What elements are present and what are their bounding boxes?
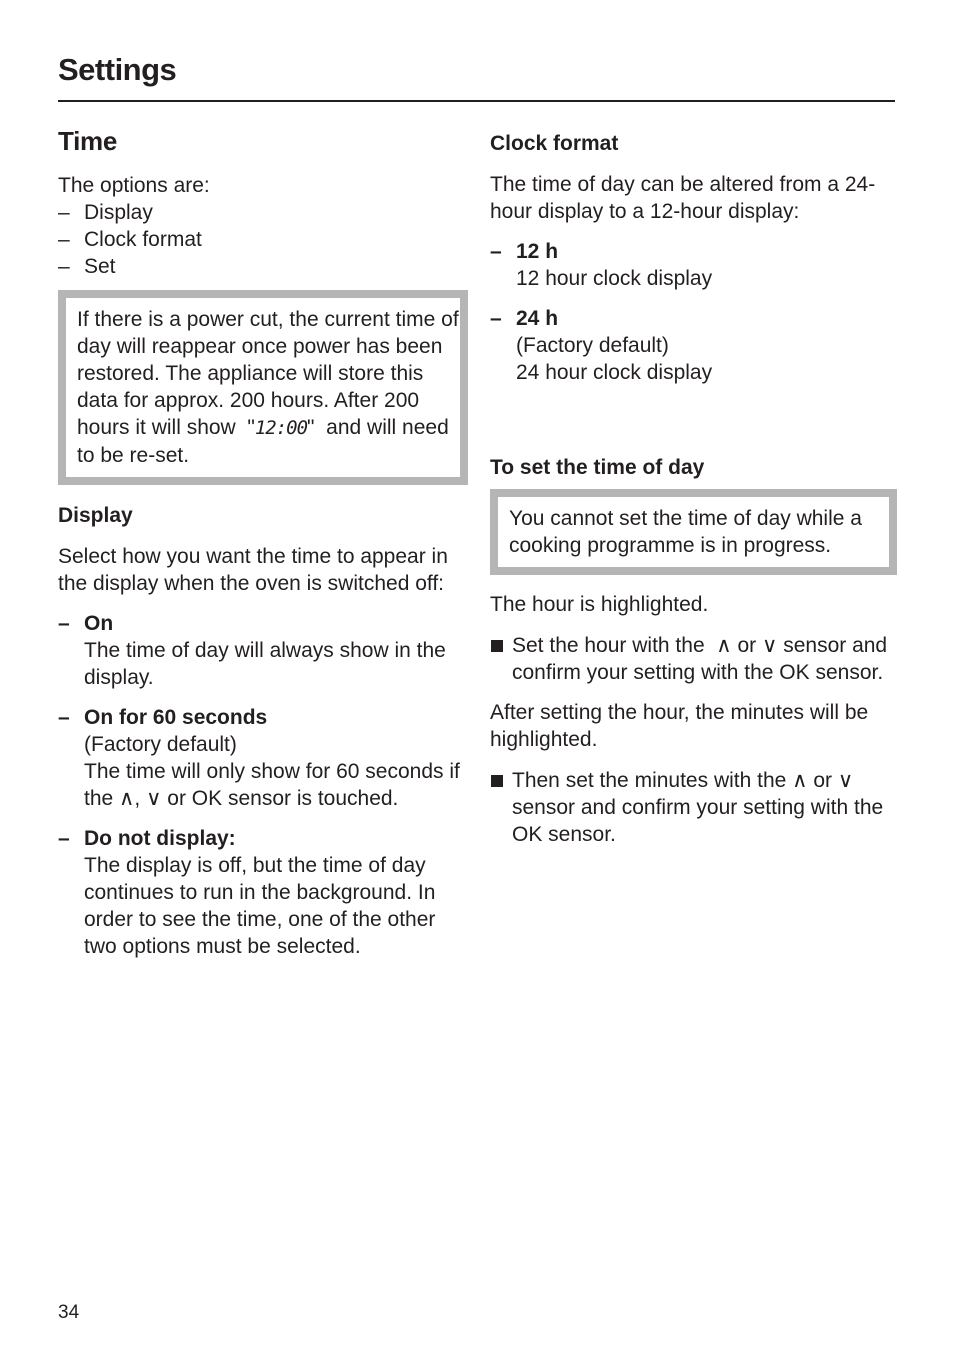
lcd-display-value: 12:00 bbox=[254, 417, 308, 439]
option-item: – Set bbox=[58, 255, 116, 278]
option-label: 12 h bbox=[516, 240, 559, 263]
dash-marker: – bbox=[58, 201, 70, 224]
bullet-square-icon bbox=[491, 775, 503, 787]
page-number: 34 bbox=[58, 1302, 80, 1323]
display-option-do-not-display: – Do not display: The display is off, bu… bbox=[58, 825, 468, 960]
option-label: On bbox=[84, 612, 114, 635]
set-time-heading: To set the time of day bbox=[490, 456, 705, 479]
dash-marker: – bbox=[490, 240, 502, 263]
dash-marker: – bbox=[490, 307, 502, 330]
clock-format-intro: The time of day can be altered from a 24… bbox=[490, 173, 876, 223]
display-intro: Select how you want the time to appear i… bbox=[58, 545, 448, 595]
bullet-square-icon bbox=[491, 640, 503, 652]
dash-marker: – bbox=[58, 228, 70, 251]
title-divider bbox=[58, 100, 895, 102]
after-hour-text: After setting the hour, the minutes will… bbox=[490, 701, 869, 751]
page-title: Settings bbox=[58, 52, 177, 87]
clock-option-24h: – 24 h (Factory default) 24 hour clock d… bbox=[490, 305, 900, 386]
dash-marker: – bbox=[58, 827, 70, 850]
option-label: Do not display: bbox=[84, 827, 236, 850]
option-label: 24 h bbox=[516, 307, 559, 330]
option-label: On for 60 seconds bbox=[84, 706, 268, 729]
dash-marker: – bbox=[58, 255, 70, 278]
dash-marker: – bbox=[58, 612, 70, 635]
display-option-on: – On The time of day will always show in… bbox=[58, 610, 468, 691]
cooking-programme-note: You cannot set the time of day while a c… bbox=[490, 489, 897, 575]
display-heading: Display bbox=[58, 504, 133, 527]
options-intro: The options are: bbox=[58, 174, 210, 197]
hour-highlighted-text: The hour is highlighted. bbox=[490, 593, 709, 616]
power-cut-note: If there is a power cut, the current tim… bbox=[58, 290, 468, 485]
clock-format-heading: Clock format bbox=[490, 132, 619, 155]
display-option-60-seconds: – On for 60 seconds (Factory default) Th… bbox=[58, 704, 468, 812]
option-item: – Clock format bbox=[58, 228, 202, 251]
left-column: Time The options are: – Display – Clock fo… bbox=[58, 124, 468, 960]
clock-option-12h: – 12 h 12 hour clock display bbox=[490, 238, 900, 292]
right-column: Clock format The time of day can be alte… bbox=[490, 130, 900, 848]
dash-marker: – bbox=[58, 706, 70, 729]
options-list: – Display – Clock format – Set bbox=[58, 199, 468, 280]
section-heading-time: Time bbox=[58, 126, 118, 156]
step-set-hour: Set the hour with the ∧ or ∨ sensor and … bbox=[490, 632, 900, 686]
option-item: – Display bbox=[58, 201, 153, 224]
step-set-minutes: Then set the minutes with the ∧ or ∨ sen… bbox=[490, 767, 900, 848]
